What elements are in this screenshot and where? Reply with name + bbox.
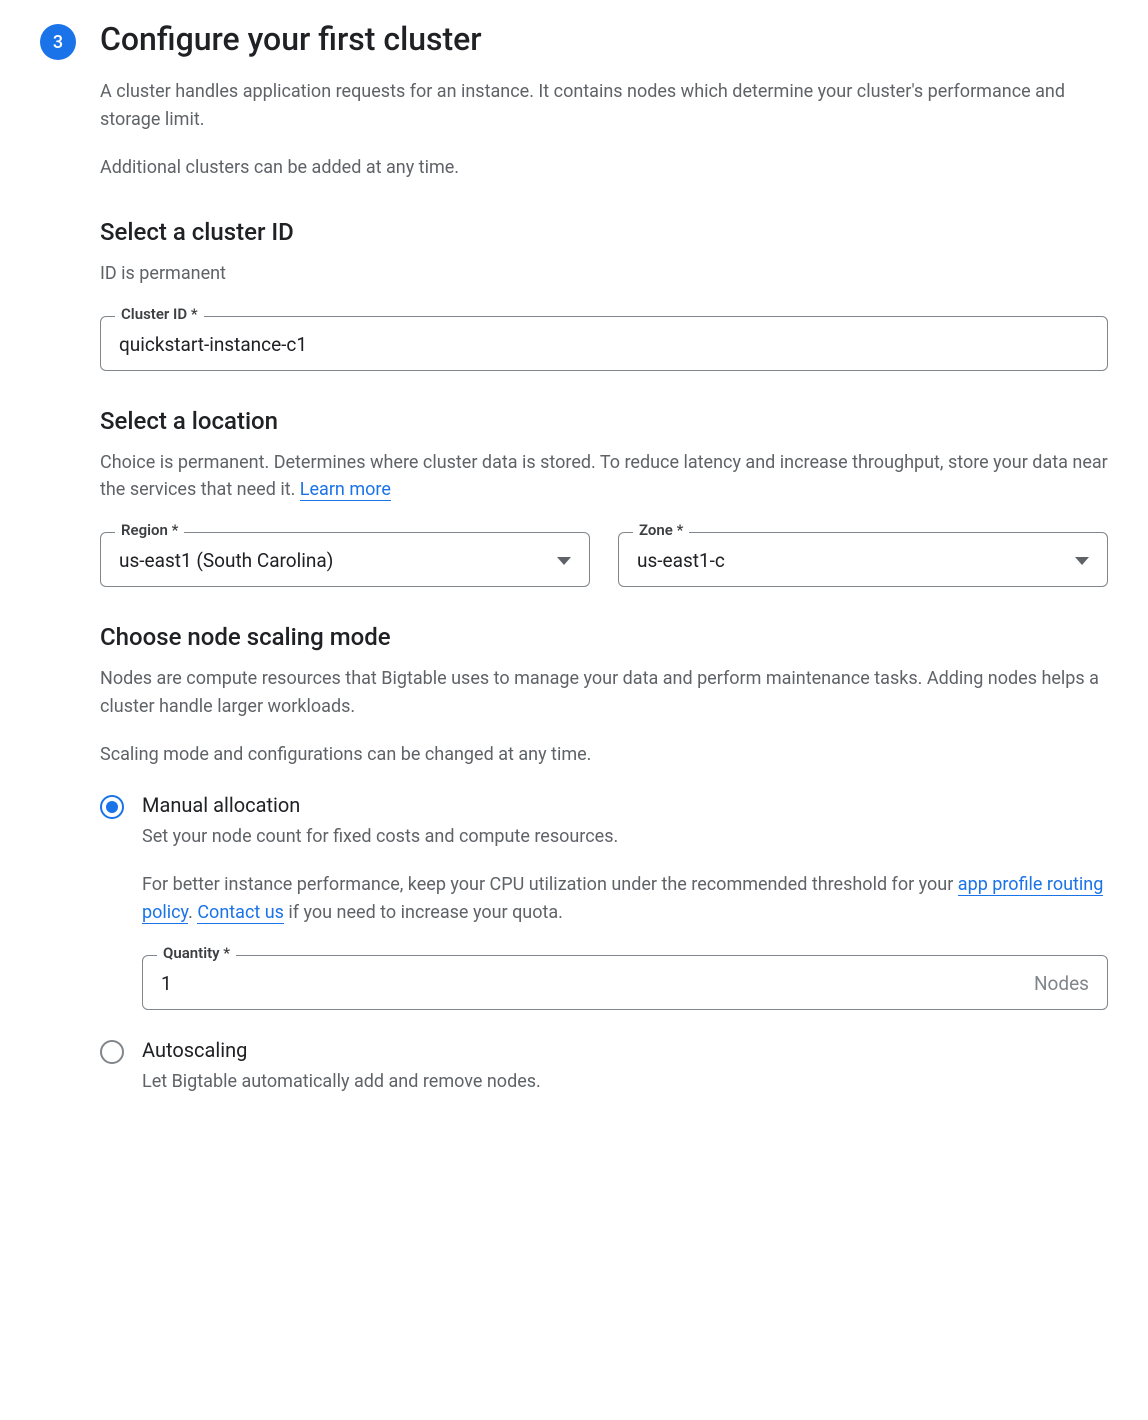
manual-performance-note: For better instance performance, keep yo… [142, 871, 1108, 927]
page-title: Configure your first cluster [100, 20, 1108, 58]
cluster-id-note: ID is permanent [100, 260, 1108, 288]
cluster-id-input[interactable] [119, 333, 1089, 356]
quantity-input[interactable] [161, 972, 1034, 995]
zone-select[interactable]: Zone * us-east1-c [618, 532, 1108, 587]
quantity-field[interactable]: Quantity * Nodes [142, 955, 1108, 1010]
location-description: Choice is permanent. Determines where cl… [100, 449, 1108, 505]
autoscaling-title: Autoscaling [142, 1038, 1108, 1062]
quantity-suffix: Nodes [1034, 972, 1089, 995]
manual-title: Manual allocation [142, 793, 1108, 817]
region-label: Region * [115, 521, 184, 539]
cluster-id-label: Cluster ID * [115, 305, 204, 323]
scaling-description-2: Scaling mode and configurations can be c… [100, 741, 1108, 769]
region-select[interactable]: Region * us-east1 (South Carolina) [100, 532, 590, 587]
autoscaling-subtitle: Let Bigtable automatically add and remov… [142, 1068, 1108, 1096]
manual-allocation-option[interactable]: Manual allocation Set your node count fo… [100, 793, 1108, 1010]
autoscaling-option[interactable]: Autoscaling Let Bigtable automatically a… [100, 1038, 1108, 1096]
zone-label: Zone * [633, 521, 689, 539]
step-description: A cluster handles application requests f… [100, 78, 1108, 134]
scaling-heading: Choose node scaling mode [100, 623, 1108, 651]
chevron-down-icon [1075, 557, 1089, 565]
scaling-description-1: Nodes are compute resources that Bigtabl… [100, 665, 1108, 721]
zone-value: us-east1-c [637, 549, 1067, 572]
chevron-down-icon [557, 557, 571, 565]
step-number-badge: 3 [40, 24, 76, 60]
radio-selected-icon[interactable] [100, 795, 124, 819]
manual-subtitle: Set your node count for fixed costs and … [142, 823, 1108, 851]
learn-more-link[interactable]: Learn more [300, 479, 391, 501]
step-description-2: Additional clusters can be added at any … [100, 154, 1108, 182]
location-heading: Select a location [100, 407, 1108, 435]
contact-us-link[interactable]: Contact us [197, 902, 284, 924]
cluster-id-field[interactable]: Cluster ID * [100, 316, 1108, 371]
region-value: us-east1 (South Carolina) [119, 549, 549, 572]
cluster-id-heading: Select a cluster ID [100, 218, 1108, 246]
radio-unselected-icon[interactable] [100, 1040, 124, 1064]
quantity-label: Quantity * [157, 944, 236, 962]
